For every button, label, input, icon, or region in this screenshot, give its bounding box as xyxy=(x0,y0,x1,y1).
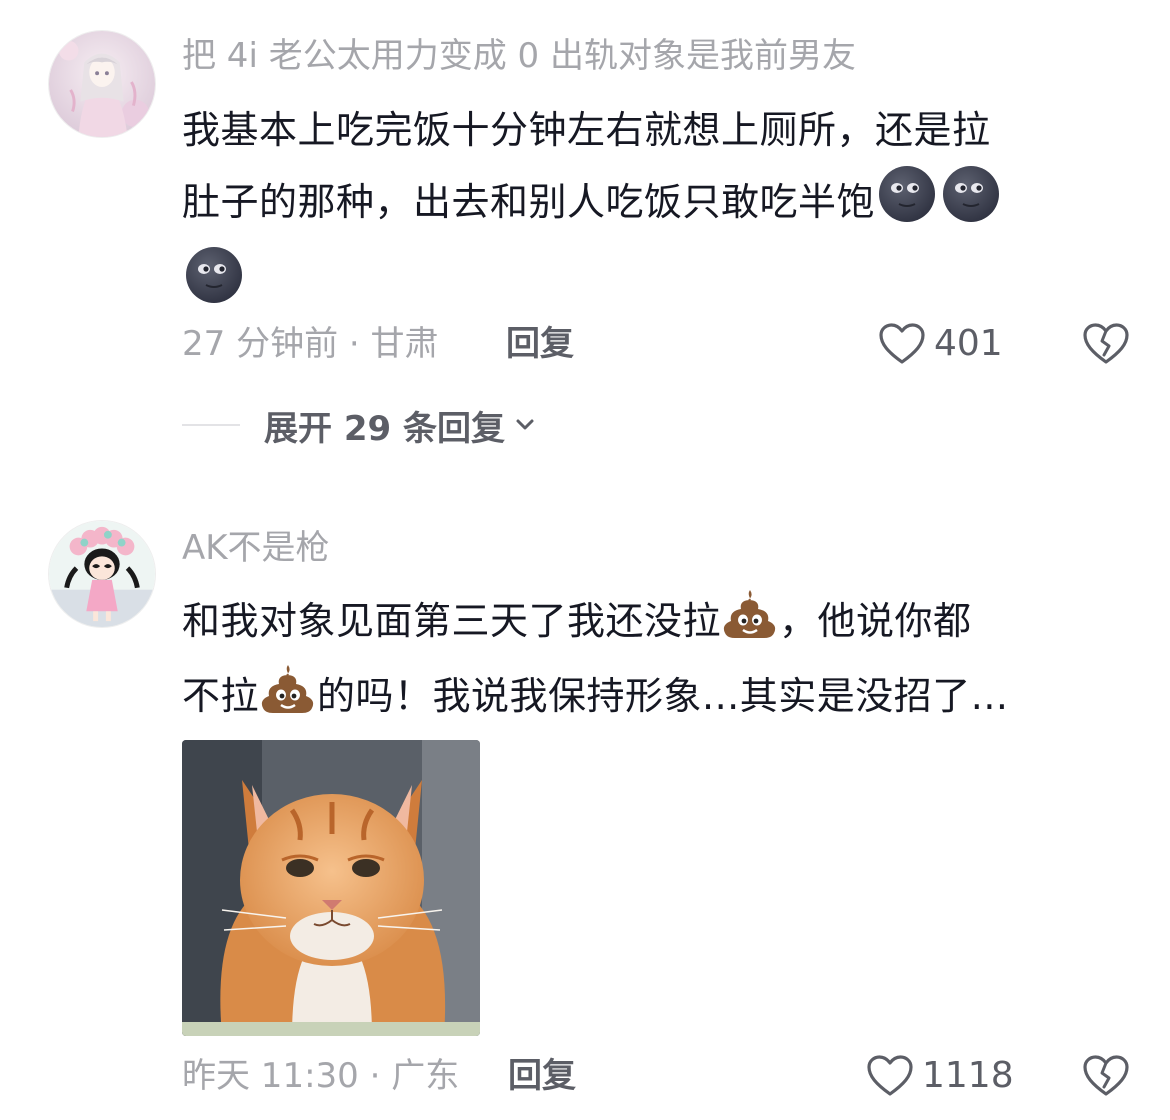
comment-meta-row: 昨天 11:30 · 广东 回复 1118 xyxy=(182,1052,1130,1100)
reply-button[interactable]: 回复 xyxy=(508,1052,576,1100)
cartoon-girl-avatar-icon xyxy=(49,521,155,627)
comment-meta-row: 27 分钟前 · 甘肃 回复 401 xyxy=(182,320,1130,368)
comment-text-segment: ，他说你都 xyxy=(779,599,972,643)
like-count: 401 xyxy=(934,323,1003,364)
reply-button[interactable]: 回复 xyxy=(506,320,574,368)
comment-text: 我基本上吃完饭十分钟左右就想上厕所，还是拉 肚子的那种，出去和别人吃饭只敢吃半饱 xyxy=(182,96,1122,326)
comment-text-segment: 和我对象见面第三天了我还没拉 xyxy=(182,599,722,643)
divider-line xyxy=(182,424,240,426)
like-button[interactable]: 1118 xyxy=(866,1052,1014,1100)
new-moon-face-icon xyxy=(941,164,1001,245)
broken-heart-icon xyxy=(1083,323,1129,364)
comment-text-line: 我基本上吃完饭十分钟左右就想上厕所，还是拉 xyxy=(182,108,991,152)
comment-username[interactable]: 把 4i 老公太用力变成 0 出轨对象是我前男友 xyxy=(182,36,856,76)
comment-text: 和我对象见面第三天了我还没拉 ，他说你都 不拉 的吗！我说我保持形象...其实是没招… xyxy=(182,586,1122,736)
chevron-down-icon xyxy=(516,419,534,430)
comment-username[interactable]: AK不是枪 xyxy=(182,528,330,568)
expand-replies-button[interactable]: 展开 29 条回复 xyxy=(182,400,537,450)
comment-text-line: 和我对象见面第三天了我还没拉 ，他说你都 xyxy=(182,586,1122,661)
poo-icon xyxy=(261,661,315,736)
heart-icon xyxy=(867,1055,913,1096)
comment-time-location: 昨天 11:30 · 广东 xyxy=(182,1056,460,1096)
comment-text-line: 肚子的那种，出去和别人吃饭只敢吃半饱 xyxy=(182,164,1122,245)
like-button[interactable]: 401 xyxy=(878,320,1003,368)
comment-text-segment: 肚子的那种，出去和别人吃饭只敢吃半饱 xyxy=(182,180,876,224)
dislike-button[interactable] xyxy=(1082,1054,1130,1102)
orange-cat-photo-icon xyxy=(182,740,480,1036)
user-avatar[interactable] xyxy=(48,520,156,628)
like-count: 1118 xyxy=(922,1055,1014,1096)
dislike-button[interactable] xyxy=(1082,322,1130,370)
heart-icon xyxy=(879,323,925,364)
new-moon-face-icon xyxy=(877,164,937,245)
expand-replies-label: 展开 29 条回复 xyxy=(264,408,505,449)
comment-time-location: 27 分钟前 · 甘肃 xyxy=(182,324,439,364)
poo-icon xyxy=(723,586,777,661)
comment-text-line: 不拉 的吗！我说我保持形象...其实是没招了... xyxy=(182,661,1122,736)
anime-girl-avatar-icon xyxy=(49,31,155,137)
comment-text-line xyxy=(182,245,1122,326)
user-avatar[interactable] xyxy=(48,30,156,138)
comment-image[interactable] xyxy=(182,740,480,1036)
broken-heart-icon xyxy=(1083,1055,1129,1096)
comment-list: 把 4i 老公太用力变成 0 出轨对象是我前男友 我基本上吃完饭十分钟左右就想上… xyxy=(0,0,1170,1120)
comment-text-segment: 不拉 xyxy=(182,674,260,718)
comment-text-segment: 的吗！我说我保持形象...其实是没招了... xyxy=(317,674,1009,718)
new-moon-face-icon xyxy=(184,245,244,326)
